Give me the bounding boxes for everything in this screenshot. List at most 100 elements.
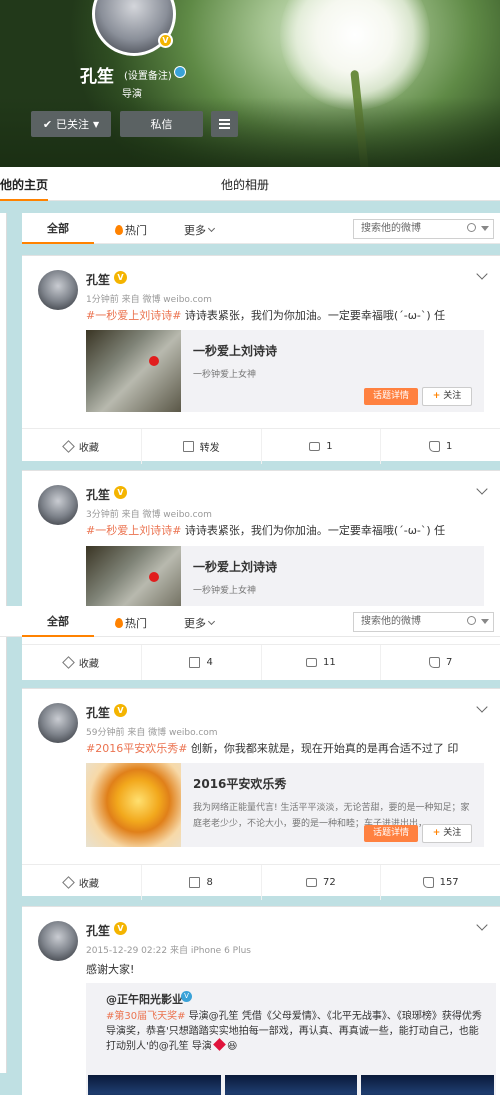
filter-all-tab[interactable]: 全部	[22, 213, 94, 244]
post-menu-chevron-icon[interactable]	[476, 268, 488, 280]
filter-more-label: 更多	[184, 617, 206, 630]
search-icon[interactable]	[467, 616, 476, 625]
post-body: 创新，你我都来就是，现在开始真的是再合适不过了 印	[187, 742, 459, 755]
filter-hot-tab[interactable]: 热门	[115, 615, 147, 631]
post-action-bar: 收藏 转发 1 1	[22, 428, 500, 464]
post-author[interactable]: 孔笙	[86, 704, 110, 721]
search-icon[interactable]	[467, 223, 476, 232]
verified-icon: V	[158, 33, 173, 48]
post-body: 诗诗表紧张，我们为你加油。一定要幸福哦(´-ω-`) 任	[181, 309, 446, 322]
feed-filter-bar: 全部 热门 更多 搜索他的微博	[22, 213, 500, 244]
comment-button[interactable]: 11	[262, 645, 382, 680]
repost-button[interactable]: 8	[142, 865, 262, 900]
filter-all-tab[interactable]: 全部	[22, 606, 94, 637]
verified-icon: V	[114, 704, 127, 717]
repost-text: #第30届飞天奖# 导演@孔笙 凭借《父母爱情》、《北平无战事》、《琅琊榜》获得…	[106, 1009, 486, 1054]
repost-button[interactable]: 转发	[142, 429, 262, 464]
caret-down-icon: ▼	[93, 119, 100, 129]
post-meta: 59分钟前 来自 微博 weibo.com	[86, 728, 218, 738]
post-author[interactable]: 孔笙	[86, 922, 110, 939]
filter-more-dropdown[interactable]: 更多	[184, 222, 216, 238]
member-badge-icon[interactable]	[174, 66, 186, 78]
repost-image[interactable]	[88, 1075, 221, 1095]
tab-home[interactable]: 他的主页	[0, 176, 49, 201]
caret-down-icon[interactable]	[481, 226, 489, 231]
topic-follow-button[interactable]: + 关注	[422, 824, 472, 843]
favorite-button[interactable]: 收藏	[22, 865, 142, 900]
post-avatar[interactable]	[38, 921, 78, 961]
post-hashtag[interactable]: #一秒爱上刘诗诗#	[86, 309, 181, 322]
repost-hashtag[interactable]: #第30届飞天奖#	[106, 1011, 185, 1022]
post-hashtag[interactable]: #2016平安欢乐秀#	[86, 742, 187, 755]
filter-hot-label: 热门	[125, 224, 147, 237]
post-menu-chevron-icon[interactable]	[476, 701, 488, 713]
post-menu-chevron-icon[interactable]	[476, 483, 488, 495]
like-button[interactable]: 157	[381, 865, 500, 900]
follow-button[interactable]: ✔ 已关注 ▼	[31, 111, 111, 137]
like-count: 157	[439, 877, 459, 888]
post-meta: 2015-12-29 02:22 来自 iPhone 6 Plus	[86, 946, 251, 956]
topic-card[interactable]: 一秒爱上刘诗诗 一秒钟爱上女神 话题详情 + 关注	[86, 330, 484, 412]
left-sidebar-edge	[0, 213, 7, 1073]
topic-details-button[interactable]: 话题详情	[364, 825, 418, 842]
comment-count: 72	[323, 877, 336, 888]
post-hashtag[interactable]: #一秒爱上刘诗诗#	[86, 524, 181, 537]
heart-icon	[213, 1038, 226, 1051]
post-author[interactable]: 孔笙	[86, 486, 110, 503]
repost-label: 转发	[199, 443, 220, 454]
filter-more-dropdown[interactable]: 更多	[184, 615, 216, 631]
menu-icon-line	[219, 123, 230, 125]
topic-card[interactable]: 2016平安欢乐秀 我为网络正能量代言! 生活平平淡淡，无论苦甜，要的是一种知足…	[86, 763, 484, 847]
post-author[interactable]: 孔笙	[86, 271, 110, 288]
chevron-down-icon	[207, 224, 216, 233]
flame-icon	[115, 618, 123, 628]
like-count: 7	[445, 657, 453, 668]
comment-button[interactable]: 72	[262, 865, 382, 900]
repost-image[interactable]	[361, 1075, 495, 1095]
profile-tab-bar: 他的主页 他的相册	[0, 167, 500, 201]
set-remark-link[interactable]: (设置备注)	[124, 67, 172, 82]
post-avatar[interactable]	[38, 270, 78, 310]
like-button[interactable]: 1	[381, 429, 500, 464]
check-icon: ✔	[42, 117, 53, 131]
star-icon	[62, 656, 75, 669]
menu-icon	[219, 119, 230, 121]
comment-icon	[306, 658, 317, 667]
repost-button[interactable]: 4	[142, 645, 262, 680]
topic-thumbnail	[86, 763, 181, 847]
post-avatar[interactable]	[38, 703, 78, 743]
repost-image[interactable]	[224, 1075, 358, 1095]
favorite-label: 收藏	[78, 879, 99, 890]
more-menu-button[interactable]	[211, 111, 238, 137]
favorite-button[interactable]: 收藏	[22, 645, 142, 680]
post-body: 诗诗表紧张，我们为你加油。一定要幸福哦(´-ω-`) 任	[181, 524, 446, 537]
weibo-search-input[interactable]: 搜索他的微博	[353, 219, 494, 239]
repost-author[interactable]: @正午阳光影业	[106, 991, 183, 1007]
post-text: #2016平安欢乐秀# 创新，你我都来就是，现在开始真的是再合适不过了 印	[86, 740, 496, 756]
chevron-down-icon	[207, 617, 216, 626]
comment-button[interactable]: 1	[262, 429, 382, 464]
verified-blue-icon: V	[181, 991, 192, 1002]
message-label: 私信	[150, 118, 173, 131]
caret-down-icon[interactable]	[481, 619, 489, 624]
plus-icon: +	[432, 828, 441, 838]
filter-more-label: 更多	[184, 224, 206, 237]
topic-follow-button[interactable]: + 关注	[422, 387, 472, 406]
post-text: 感谢大家!	[86, 963, 135, 976]
share-icon	[189, 877, 201, 888]
favorite-button[interactable]: 收藏	[22, 429, 142, 464]
filter-hot-tab[interactable]: 热门	[115, 222, 147, 238]
like-button[interactable]: 7	[381, 645, 500, 680]
message-button[interactable]: 私信	[120, 111, 203, 137]
post-menu-chevron-icon[interactable]	[476, 919, 488, 931]
topic-title: 一秒爱上刘诗诗	[193, 344, 278, 358]
thumbs-up-icon	[428, 657, 440, 668]
topic-details-button[interactable]: 话题详情	[364, 388, 418, 405]
post-avatar[interactable]	[38, 485, 78, 525]
comment-count: 11	[323, 657, 336, 668]
profile-title: 导演	[122, 89, 142, 100]
post-card: 孔笙 V 2015-12-29 02:22 来自 iPhone 6 Plus 感…	[22, 906, 500, 1095]
search-placeholder: 搜索他的微博	[361, 616, 421, 627]
tab-album[interactable]: 他的相册	[221, 176, 269, 193]
weibo-search-input[interactable]: 搜索他的微博	[353, 612, 494, 632]
